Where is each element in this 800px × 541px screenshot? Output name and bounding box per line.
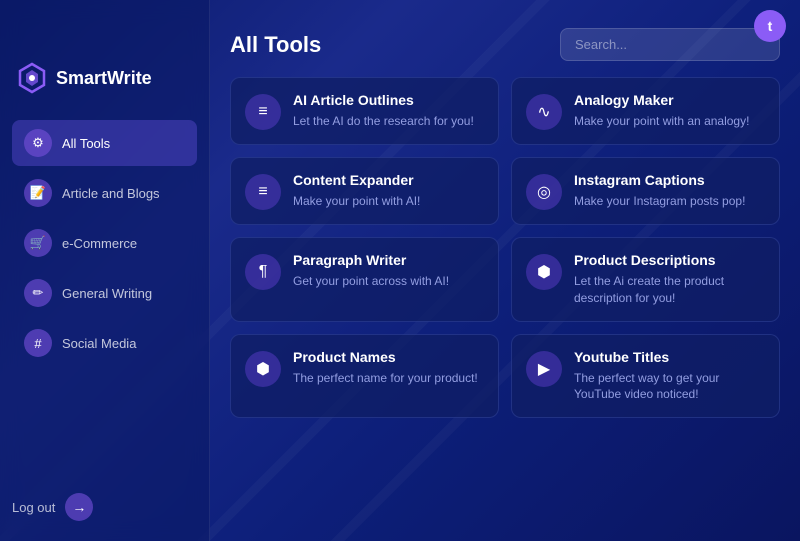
sidebar-label-all-tools: All Tools — [62, 136, 110, 151]
sidebar-icon-social-media: # — [24, 329, 52, 357]
tool-title-content-expander: Content Expander — [293, 172, 484, 188]
sidebar-label-ecommerce: e-Commerce — [62, 236, 137, 251]
tool-content-product-names: Product Names The perfect name for your … — [293, 349, 484, 387]
tool-card-product-descriptions[interactable]: ⬢ Product Descriptions Let the Ai create… — [511, 237, 780, 322]
sidebar-icon-article-blogs: 📝 — [24, 179, 52, 207]
tool-title-paragraph-writer: Paragraph Writer — [293, 252, 484, 268]
tool-card-content-expander[interactable]: ≡ Content Expander Make your point with … — [230, 157, 499, 225]
tool-title-youtube-titles: Youtube Titles — [574, 349, 765, 365]
sidebar-item-article-blogs[interactable]: 📝 Article and Blogs — [12, 170, 197, 216]
tool-title-analogy-maker: Analogy Maker — [574, 92, 765, 108]
logout-label: Log out — [12, 500, 55, 515]
tool-content-product-descriptions: Product Descriptions Let the Ai create t… — [574, 252, 765, 307]
tool-desc-paragraph-writer: Get your point across with AI! — [293, 273, 484, 290]
app-name: SmartWrite — [56, 68, 152, 89]
tool-icon-ai-article-outlines: ≡ — [245, 94, 281, 130]
tool-card-instagram-captions[interactable]: ◎ Instagram Captions Make your Instagram… — [511, 157, 780, 225]
sidebar-item-ecommerce[interactable]: 🛒 e-Commerce — [12, 220, 197, 266]
tool-content-ai-article-outlines: AI Article Outlines Let the AI do the re… — [293, 92, 484, 130]
sidebar-label-general-writing: General Writing — [62, 286, 152, 301]
sidebar-item-all-tools[interactable]: ⚙ All Tools — [12, 120, 197, 166]
page-title: All Tools — [230, 32, 321, 58]
tool-content-youtube-titles: Youtube Titles The perfect way to get yo… — [574, 349, 765, 404]
tool-card-ai-article-outlines[interactable]: ≡ AI Article Outlines Let the AI do the … — [230, 77, 499, 145]
tool-icon-paragraph-writer: ¶ — [245, 254, 281, 290]
tool-icon-youtube-titles: ▶ — [526, 351, 562, 387]
sidebar-icon-ecommerce: 🛒 — [24, 229, 52, 257]
tool-content-content-expander: Content Expander Make your point with AI… — [293, 172, 484, 210]
header: SmartWrite — [0, 52, 209, 104]
sidebar-footer[interactable]: Log out → — [0, 477, 209, 541]
sidebar-label-article-blogs: Article and Blogs — [62, 186, 160, 201]
tool-card-paragraph-writer[interactable]: ¶ Paragraph Writer Get your point across… — [230, 237, 499, 322]
tool-card-youtube-titles[interactable]: ▶ Youtube Titles The perfect way to get … — [511, 334, 780, 419]
tool-icon-analogy-maker: ∿ — [526, 94, 562, 130]
tools-grid: ≡ AI Article Outlines Let the AI do the … — [230, 77, 780, 418]
tool-desc-youtube-titles: The perfect way to get your YouTube vide… — [574, 370, 765, 404]
main-content: All Tools ≡ AI Article Outlines Let the … — [210, 0, 800, 541]
tool-title-instagram-captions: Instagram Captions — [574, 172, 765, 188]
logout-icon[interactable]: → — [65, 493, 93, 521]
tool-card-analogy-maker[interactable]: ∿ Analogy Maker Make your point with an … — [511, 77, 780, 145]
tool-content-instagram-captions: Instagram Captions Make your Instagram p… — [574, 172, 765, 210]
sidebar: SmartWrite ⚙ All Tools 📝 Article and Blo… — [0, 0, 210, 541]
main-header: All Tools — [230, 28, 780, 61]
sidebar-item-general-writing[interactable]: ✏ General Writing — [12, 270, 197, 316]
search-input[interactable] — [560, 28, 780, 61]
user-avatar[interactable]: t — [754, 10, 786, 42]
sidebar-icon-general-writing: ✏ — [24, 279, 52, 307]
tool-icon-instagram-captions: ◎ — [526, 174, 562, 210]
tool-content-paragraph-writer: Paragraph Writer Get your point across w… — [293, 252, 484, 290]
tool-desc-content-expander: Make your point with AI! — [293, 193, 484, 210]
tool-desc-product-names: The perfect name for your product! — [293, 370, 484, 387]
tool-desc-ai-article-outlines: Let the AI do the research for you! — [293, 113, 484, 130]
tool-title-ai-article-outlines: AI Article Outlines — [293, 92, 484, 108]
tool-card-product-names[interactable]: ⬢ Product Names The perfect name for you… — [230, 334, 499, 419]
tool-desc-analogy-maker: Make your point with an analogy! — [574, 113, 765, 130]
sidebar-item-social-media[interactable]: # Social Media — [12, 320, 197, 366]
tool-icon-product-descriptions: ⬢ — [526, 254, 562, 290]
tool-desc-instagram-captions: Make your Instagram posts pop! — [574, 193, 765, 210]
sidebar-icon-all-tools: ⚙ — [24, 129, 52, 157]
logo: SmartWrite — [16, 62, 152, 94]
tool-icon-content-expander: ≡ — [245, 174, 281, 210]
tool-content-analogy-maker: Analogy Maker Make your point with an an… — [574, 92, 765, 130]
tool-desc-product-descriptions: Let the Ai create the product descriptio… — [574, 273, 765, 307]
sidebar-nav: ⚙ All Tools 📝 Article and Blogs 🛒 e-Comm… — [0, 104, 209, 477]
tool-title-product-names: Product Names — [293, 349, 484, 365]
tool-icon-product-names: ⬢ — [245, 351, 281, 387]
logo-icon — [16, 62, 48, 94]
sidebar-label-social-media: Social Media — [62, 336, 136, 351]
tool-title-product-descriptions: Product Descriptions — [574, 252, 765, 268]
